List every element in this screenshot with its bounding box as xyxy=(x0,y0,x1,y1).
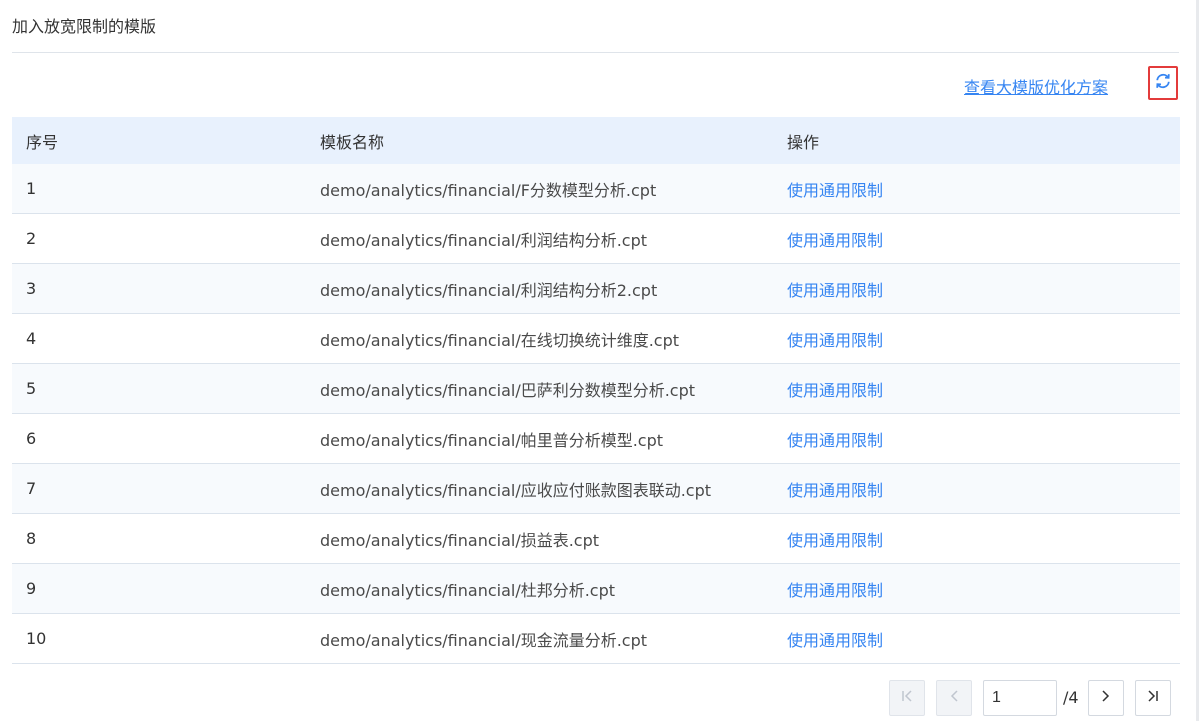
last-page-icon xyxy=(1145,688,1161,708)
row-index: 1 xyxy=(26,179,37,198)
title-divider xyxy=(12,52,1179,53)
table-row: 10 demo/analytics/financial/现金流量分析.cpt 使用通… xyxy=(12,614,1180,664)
table-row: 3 demo/analytics/financial/利润结构分析2.cpt 使用通… xyxy=(12,264,1180,314)
table-row: 6 demo/analytics/financial/帕里普分析模型.cpt 使用通… xyxy=(12,414,1180,464)
page-total: /4 xyxy=(1063,688,1079,707)
row-index: 4 xyxy=(26,329,37,348)
template-table: 序号 模板名称 操作 1 demo/analytics/financial/F分数… xyxy=(12,117,1180,664)
template-name: demo/analytics/financial/应收应付账款图表联动.cpt xyxy=(320,480,712,500)
prev-page-icon xyxy=(946,688,962,708)
column-header-index: 序号 xyxy=(26,132,59,152)
table-row: 5 demo/analytics/financial/巴萨利分数模型分析.cpt 使… xyxy=(12,364,1180,414)
use-general-limit-link[interactable]: 使用通用限制 xyxy=(787,327,883,351)
row-index: 7 xyxy=(26,479,37,498)
template-name: demo/analytics/financial/巴萨利分数模型分析.cpt xyxy=(320,380,696,400)
view-optimization-link[interactable]: 查看大模版优化方案 xyxy=(964,74,1108,98)
template-name: demo/analytics/financial/F分数模型分析.cpt xyxy=(320,180,657,200)
template-name: demo/analytics/financial/损益表.cpt xyxy=(320,530,600,550)
table-row: 8 demo/analytics/financial/损益表.cpt 使用通用限制 xyxy=(12,514,1180,564)
first-page-icon xyxy=(899,688,915,708)
row-index: 3 xyxy=(26,279,37,298)
next-page-icon xyxy=(1098,688,1114,708)
template-name: demo/analytics/financial/利润结构分析.cpt xyxy=(320,230,648,250)
last-page-button[interactable] xyxy=(1135,680,1171,716)
template-name: demo/analytics/financial/现金流量分析.cpt xyxy=(320,630,648,650)
use-general-limit-link[interactable]: 使用通用限制 xyxy=(787,177,883,201)
next-page-button[interactable] xyxy=(1088,680,1124,716)
use-general-limit-link[interactable]: 使用通用限制 xyxy=(787,377,883,401)
refresh-button[interactable] xyxy=(1148,66,1178,100)
template-name: demo/analytics/financial/帕里普分析模型.cpt xyxy=(320,430,664,450)
table-row: 9 demo/analytics/financial/杜邦分析.cpt 使用通用限制 xyxy=(12,564,1180,614)
table-header: 序号 模板名称 操作 xyxy=(12,117,1180,164)
first-page-button[interactable] xyxy=(889,680,925,716)
row-index: 8 xyxy=(26,529,37,548)
row-index: 2 xyxy=(26,229,37,248)
table-row: 4 demo/analytics/financial/在线切换统计维度.cpt 使用… xyxy=(12,314,1180,364)
column-header-action: 操作 xyxy=(787,132,820,152)
page-number-input[interactable] xyxy=(983,680,1057,716)
refresh-icon xyxy=(1154,72,1172,94)
column-header-name: 模板名称 xyxy=(320,132,385,152)
use-general-limit-link[interactable]: 使用通用限制 xyxy=(787,627,883,651)
use-general-limit-link[interactable]: 使用通用限制 xyxy=(787,577,883,601)
use-general-limit-link[interactable]: 使用通用限制 xyxy=(787,227,883,251)
template-name: demo/analytics/financial/杜邦分析.cpt xyxy=(320,580,616,600)
use-general-limit-link[interactable]: 使用通用限制 xyxy=(787,477,883,501)
table-row: 2 demo/analytics/financial/利润结构分析.cpt 使用通用… xyxy=(12,214,1180,264)
row-index: 9 xyxy=(26,579,37,598)
table-body: 1 demo/analytics/financial/F分数模型分析.cpt 使用通… xyxy=(12,164,1180,664)
use-general-limit-link[interactable]: 使用通用限制 xyxy=(787,427,883,451)
row-index: 5 xyxy=(26,379,37,398)
table-row: 7 demo/analytics/financial/应收应付账款图表联动.cpt… xyxy=(12,464,1180,514)
use-general-limit-link[interactable]: 使用通用限制 xyxy=(787,277,883,301)
prev-page-button[interactable] xyxy=(936,680,972,716)
table-row: 1 demo/analytics/financial/F分数模型分析.cpt 使用通… xyxy=(12,164,1180,214)
template-name: demo/analytics/financial/利润结构分析2.cpt xyxy=(320,280,658,300)
page-title: 加入放宽限制的模版 xyxy=(12,17,157,36)
row-index: 6 xyxy=(26,429,37,448)
row-index: 10 xyxy=(26,629,47,648)
template-name: demo/analytics/financial/在线切换统计维度.cpt xyxy=(320,330,680,350)
use-general-limit-link[interactable]: 使用通用限制 xyxy=(787,527,883,551)
